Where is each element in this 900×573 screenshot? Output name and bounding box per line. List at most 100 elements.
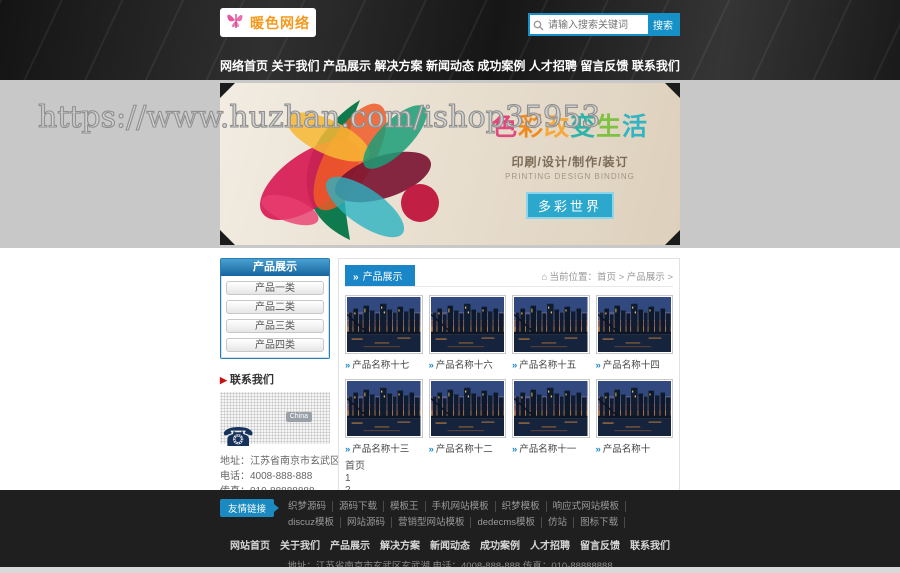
friend-link[interactable]: 织梦模板 — [496, 501, 547, 512]
product-card[interactable]: » 产品名称十三 — [345, 379, 423, 455]
product-card[interactable]: » 产品名称十七 — [345, 295, 423, 371]
search-button[interactable]: 搜索 — [648, 15, 678, 34]
banner-corner-decoration — [220, 83, 235, 98]
search-input[interactable] — [530, 17, 648, 34]
friend-links-row: 友情链接 织梦源码 源码下载 模板王 手机网站模板 织梦模板 响应式网站模板 discuz模… — [220, 499, 680, 528]
banner-corner-decoration — [665, 230, 680, 245]
friend-link[interactable]: 网站源码 — [341, 517, 392, 528]
product-title[interactable]: » 产品名称十七 — [345, 357, 423, 371]
product-thumbnail[interactable] — [345, 379, 423, 438]
product-title[interactable]: » 产品名称十一 — [512, 441, 590, 455]
product-title[interactable]: » 产品名称十三 — [345, 441, 423, 455]
category-list: 产品一类产品二类产品三类产品四类 — [221, 276, 329, 358]
world-map-image: ☎ China — [220, 392, 330, 450]
contact-title-text: 联系我们 — [229, 374, 274, 386]
banner-cta-button[interactable]: 多彩世界 — [525, 192, 614, 219]
product-thumbnail[interactable] — [428, 379, 506, 438]
footer-nav-item[interactable]: 网站首页 — [230, 537, 270, 552]
sidebar: 产品展示 产品一类 产品二类 产品三类 产品四类 ▶ 联系我们 ☎ China 地址：江… — [220, 258, 370, 529]
product-thumbnail[interactable] — [428, 295, 506, 354]
category-button[interactable]: 产品二类 — [226, 300, 324, 314]
nav-item[interactable]: 网络首页 — [220, 57, 268, 74]
product-list-panel: » 产品展示 ⌂ 当前位置：首页 > 产品展示 > » 产品名称十七 » 产品名… — [338, 258, 680, 529]
friend-link[interactable]: 手机网站模板 — [426, 501, 496, 512]
footer-nav-item[interactable]: 关于我们 — [280, 537, 320, 552]
contact-line: 地址：江苏省南京市玄武区玄武湖 — [220, 456, 370, 467]
product-thumbnail[interactable] — [595, 295, 673, 354]
nav-item[interactable]: 人才招聘 — [529, 57, 577, 74]
tab-product-list[interactable]: » 产品展示 — [345, 265, 415, 286]
bottom-strip — [0, 567, 900, 573]
pagination-link[interactable]: 1 — [345, 473, 351, 485]
contact-section-title: ▶ 联系我们 — [220, 371, 330, 387]
banner-subline-en: PRINTING DESIGN BINDING — [505, 172, 635, 181]
city-skyline-image — [597, 297, 671, 352]
product-card[interactable]: » 产品名称十四 — [595, 295, 674, 371]
top-header: 暖色网络 搜索 网络首页 关于我们 产品展示 解决方案 — [0, 0, 900, 80]
site-logo[interactable]: 暖色网络 — [220, 8, 316, 37]
nav-item[interactable]: 留言反馈 — [580, 57, 628, 74]
butterfly-icon — [226, 10, 246, 35]
contact-line: 电话：4008-888-888 — [220, 471, 313, 482]
nav-item[interactable]: 关于我们 — [271, 57, 319, 74]
city-skyline-image — [347, 381, 421, 436]
category-button[interactable]: 产品三类 — [226, 319, 324, 333]
footer-nav-item[interactable]: 产品展示 — [330, 537, 370, 552]
product-card[interactable]: » 产品名称十五 — [512, 295, 590, 371]
friend-link[interactable]: dedecms模板 — [471, 517, 543, 528]
product-title[interactable]: » 产品名称十六 — [429, 357, 507, 371]
chevron-right-icon: » — [512, 444, 518, 455]
footer-nav-item[interactable]: 留言反馈 — [580, 537, 620, 552]
category-button[interactable]: 产品一类 — [226, 281, 324, 295]
friend-link[interactable]: 模板王 — [384, 501, 426, 512]
product-name: 产品名称十五 — [519, 360, 577, 371]
nav-item[interactable]: 联系我们 — [632, 57, 680, 74]
footer-nav-item[interactable]: 联系我们 — [630, 537, 670, 552]
footer: 友情链接 织梦源码 源码下载 模板王 手机网站模板 织梦模板 响应式网站模板 discuz模… — [0, 490, 900, 573]
friend-link[interactable]: 源码下载 — [333, 501, 385, 512]
banner-band: https://www.huzhan.com/ishop35953 色彩改变生活… — [0, 80, 900, 248]
friend-link[interactable]: 织梦源码 — [282, 501, 334, 512]
product-card[interactable]: » 产品名称十一 — [512, 379, 590, 455]
product-card[interactable]: » 产品名称十六 — [428, 295, 507, 371]
product-thumbnail[interactable] — [595, 379, 673, 438]
main-nav: 网络首页 关于我们 产品展示 解决方案 新闻动态 成功案例 人才招聘 留言反馈 … — [220, 57, 680, 74]
product-title[interactable]: » 产品名称十 — [596, 441, 674, 455]
friend-link[interactable]: 图标下载 — [574, 517, 626, 528]
footer-nav-item[interactable]: 新闻动态 — [430, 537, 470, 552]
friend-link[interactable]: 响应式网站模板 — [547, 501, 627, 512]
footer-nav-item[interactable]: 成功案例 — [480, 537, 520, 552]
list-header: » 产品展示 ⌂ 当前位置：首页 > 产品展示 > — [345, 265, 673, 287]
chevron-right-icon: » — [353, 272, 359, 283]
product-thumbnail[interactable] — [512, 379, 590, 438]
product-card[interactable]: » 产品名称十 — [595, 379, 674, 455]
friend-link[interactable]: 仿站 — [542, 517, 575, 528]
product-thumbnail[interactable] — [345, 295, 423, 354]
map-china-label: China — [285, 412, 312, 422]
city-skyline-image — [514, 381, 588, 436]
nav-item[interactable]: 成功案例 — [477, 57, 525, 74]
category-button[interactable]: 产品四类 — [226, 338, 324, 352]
product-title[interactable]: » 产品名称十四 — [596, 357, 674, 371]
friend-links: 织梦源码 源码下载 模板王 手机网站模板 织梦模板 响应式网站模板 discuz模板 网站源码… — [282, 499, 680, 528]
product-card[interactable]: » 产品名称十二 — [428, 379, 507, 455]
chevron-right-icon: » — [512, 360, 518, 371]
product-thumbnail[interactable] — [512, 295, 590, 354]
footer-inner: 友情链接 织梦源码 源码下载 模板王 手机网站模板 织梦模板 响应式网站模板 discuz模… — [220, 499, 680, 573]
footer-nav-item[interactable]: 人才招聘 — [530, 537, 570, 552]
chevron-right-icon: » — [595, 444, 601, 455]
product-title[interactable]: » 产品名称十五 — [512, 357, 590, 371]
chevron-right-icon: » — [345, 360, 351, 371]
friend-link[interactable]: discuz模板 — [282, 517, 341, 528]
friend-link[interactable]: 营销型网站模板 — [392, 517, 472, 528]
product-name: 产品名称十三 — [352, 444, 410, 455]
product-title[interactable]: » 产品名称十二 — [429, 441, 507, 455]
red-arrow-icon: ▶ — [220, 375, 227, 385]
footer-nav-item[interactable]: 解决方案 — [380, 537, 420, 552]
pagination-link[interactable]: 首页 — [345, 461, 365, 473]
breadcrumb: ⌂ 当前位置：首页 > 产品展示 > — [541, 269, 673, 286]
nav-item[interactable]: 产品展示 — [323, 57, 371, 74]
nav-item[interactable]: 解决方案 — [374, 57, 422, 74]
nav-item[interactable]: 新闻动态 — [426, 57, 474, 74]
product-name: 产品名称十七 — [352, 360, 410, 371]
